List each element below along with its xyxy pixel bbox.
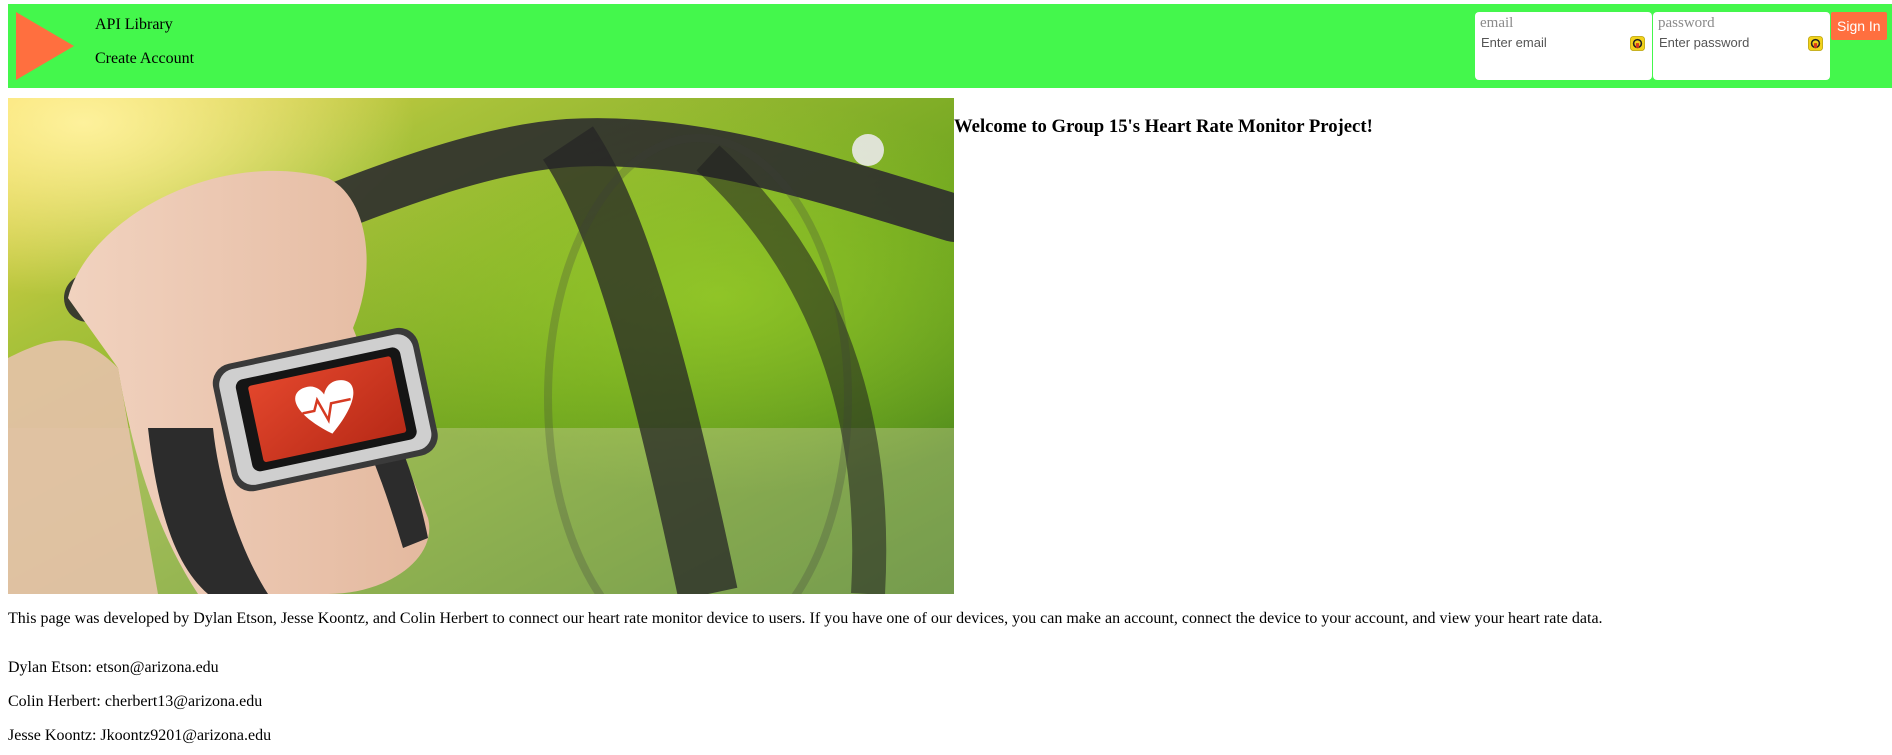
password-manager-autofill-icon[interactable] xyxy=(1808,36,1823,51)
sign-in-button[interactable]: Sign In xyxy=(1831,12,1887,40)
contact-colin-herbert: Colin Herbert: cherbert13@arizona.edu xyxy=(8,693,263,710)
password-manager-autofill-icon[interactable] xyxy=(1630,36,1645,51)
smartwatch-cycling-photo xyxy=(8,98,954,594)
contact-jesse-koontz: Jesse Koontz: Jkoontz9201@arizona.edu xyxy=(8,727,272,744)
email-field-group: email xyxy=(1475,12,1652,80)
nav-link-api-library[interactable]: API Library xyxy=(95,16,194,34)
project-description: This page was developed by Dylan Etson, … xyxy=(8,610,1603,627)
password-input[interactable] xyxy=(1659,32,1799,52)
play-triangle-logo-icon[interactable] xyxy=(16,12,74,80)
password-field-group: password xyxy=(1653,12,1830,80)
page: API Library Create Account email passwor… xyxy=(0,0,1892,755)
email-label: email xyxy=(1480,15,1514,31)
welcome-heading: Welcome to Group 15's Heart Rate Monitor… xyxy=(954,116,1373,137)
contact-dylan-etson: Dylan Etson: etson@arizona.edu xyxy=(8,659,219,676)
password-label: password xyxy=(1658,15,1715,31)
nav-link-create-account[interactable]: Create Account xyxy=(95,50,194,68)
navbar: API Library Create Account email passwor… xyxy=(8,4,1892,88)
nav-links: API Library Create Account xyxy=(95,16,194,68)
email-input[interactable] xyxy=(1481,32,1621,52)
